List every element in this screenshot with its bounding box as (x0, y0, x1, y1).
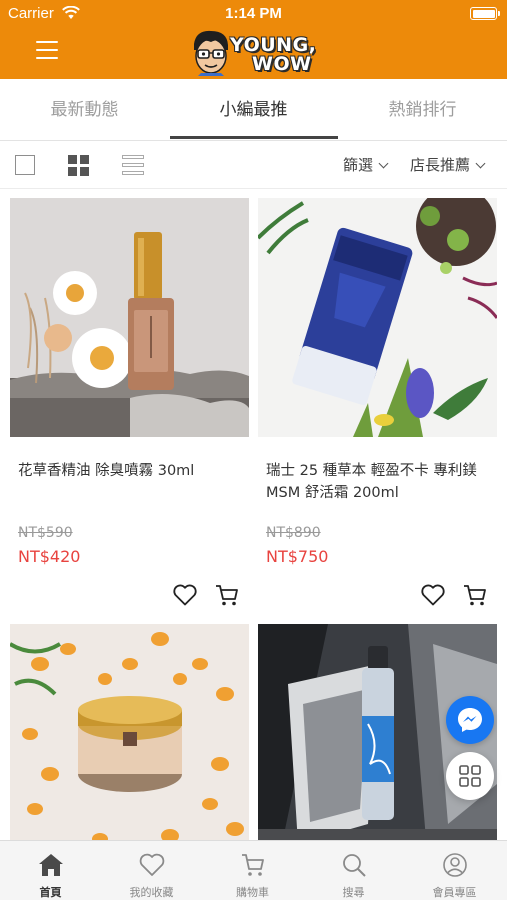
heart-icon[interactable] (420, 583, 446, 607)
user-icon (443, 853, 467, 877)
apps-grid-icon (459, 765, 481, 787)
nav-label: 會員專區 (432, 886, 477, 899)
heart-icon (139, 853, 165, 876)
product-image[interactable] (10, 198, 249, 437)
app-header: Carrier 1:14 PM YOUNG, WOW (0, 0, 507, 79)
nav-home[interactable]: 首頁 (0, 841, 101, 900)
add-to-cart-icon[interactable] (462, 582, 488, 608)
bottom-tab-bar: 首頁 我的收藏 購物車 搜尋 會員專區 (0, 840, 507, 900)
nav-search[interactable]: 搜尋 (303, 841, 404, 900)
mascot-face-icon (194, 30, 228, 76)
filter-label: 篩選 (343, 156, 374, 174)
sale-price: NT$420 (18, 547, 81, 566)
sort-dropdown[interactable]: 店長推薦 (410, 154, 486, 175)
product-image[interactable] (258, 198, 497, 437)
filter-dropdown[interactable]: 篩選 (343, 154, 389, 175)
sort-label: 店長推薦 (410, 156, 471, 174)
battery-icon (470, 7, 500, 20)
messenger-chat-button[interactable] (446, 696, 494, 744)
cart-icon (242, 854, 264, 876)
nav-member[interactable]: 會員專區 (404, 841, 505, 900)
nav-cart[interactable]: 購物車 (202, 841, 303, 900)
tab-editor-picks[interactable]: 小編最推 (169, 79, 338, 141)
nav-label: 搜尋 (342, 886, 365, 899)
filter-toolbar: 篩選 店長推薦 (0, 141, 507, 189)
hamburger-menu-icon[interactable] (36, 41, 58, 61)
active-tab-indicator (170, 136, 338, 139)
tab-latest[interactable]: 最新動態 (0, 79, 169, 141)
logo-text-wow: WOW (252, 53, 312, 75)
heart-icon[interactable] (172, 583, 198, 607)
product-image[interactable] (10, 624, 249, 840)
nav-label: 我的收藏 (129, 886, 174, 899)
brand-logo: YOUNG, WOW (190, 26, 322, 78)
original-price: NT$590 (18, 525, 73, 541)
nav-favorites[interactable]: 我的收藏 (101, 841, 202, 900)
home-icon (39, 854, 63, 876)
messenger-icon (458, 708, 482, 732)
nav-label: 購物車 (236, 886, 269, 899)
grid-view-icon[interactable] (68, 155, 89, 176)
single-view-icon[interactable] (15, 155, 35, 175)
add-to-cart-icon[interactable] (214, 582, 240, 608)
search-icon (343, 854, 366, 877)
original-price: NT$890 (266, 525, 321, 541)
product-title[interactable]: 瑞士 25 種草本 輕盈不卡 專利鎂 MSM 舒活霜 200ml (266, 460, 492, 504)
product-title[interactable]: 花草香精油 除臭噴霧 30ml (18, 460, 244, 482)
status-bar: Carrier 1:14 PM (0, 0, 507, 28)
tab-best-sellers[interactable]: 熱銷排行 (338, 79, 507, 141)
quick-menu-button[interactable] (446, 752, 494, 800)
product-grid: 花草香精油 除臭噴霧 30ml NT$590 NT$420 瑞士 25 種草本 … (0, 189, 507, 840)
sale-price: NT$750 (266, 547, 329, 566)
list-view-icon[interactable] (122, 155, 144, 175)
clock: 1:14 PM (225, 5, 282, 22)
nav-label: 首頁 (39, 886, 62, 899)
chevron-down-icon (475, 158, 486, 169)
category-tabs: 最新動態 小編最推 熱銷排行 (0, 79, 507, 141)
chevron-down-icon (378, 158, 389, 169)
